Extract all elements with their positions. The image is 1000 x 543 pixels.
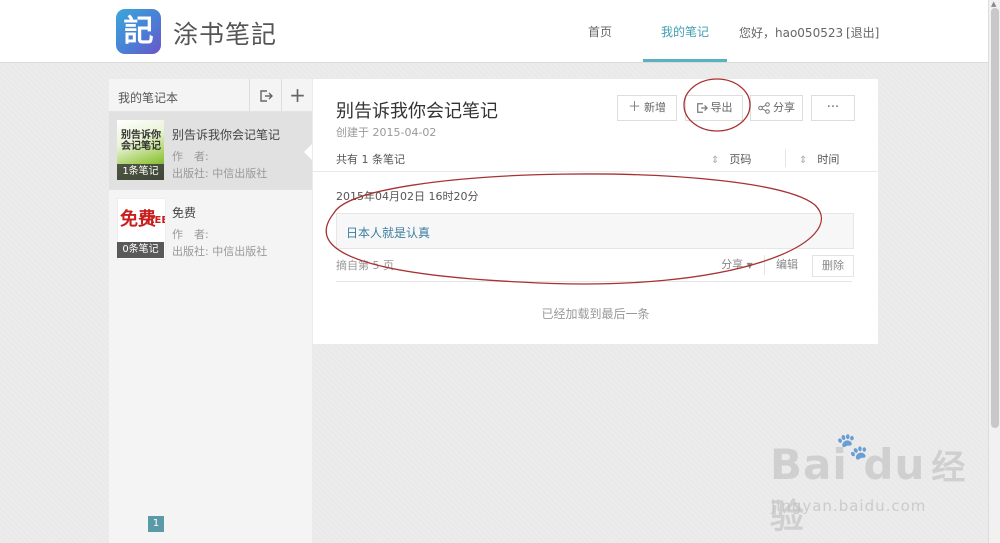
note-count-badge: 1条笔记 [117, 164, 164, 180]
share-icon [758, 102, 770, 114]
scrollbar-thumb[interactable] [991, 8, 999, 428]
new-note-button[interactable]: ＋新增 [617, 95, 677, 121]
pagination-page[interactable]: 1 [148, 516, 164, 532]
note-count-text: 共有 1 条笔记 [336, 153, 405, 166]
export-button[interactable]: 导出 [685, 95, 743, 121]
sort-arrows-icon: ⇕ [711, 155, 720, 166]
app-logo-icon[interactable]: 記 [116, 9, 161, 54]
watermark-url: jingyan.baidu.com [771, 497, 927, 515]
book-cover-subtitle: FREE [140, 215, 166, 226]
book-author: 作 者: [172, 150, 209, 163]
note-share-dropdown[interactable]: 分享 ▼ [713, 255, 761, 275]
app-logo-text[interactable]: 涂书笔記 [173, 15, 277, 51]
note-delete-button[interactable]: 删除 [812, 255, 854, 277]
created-date: 创建于 2015-04-02 [336, 126, 437, 139]
sort-page-label: 页码 [729, 153, 752, 166]
scroll-up-arrow-icon[interactable]: ▲ [991, 0, 996, 8]
export-icon[interactable] [249, 79, 281, 111]
sidebar-book-item[interactable]: 免费 FREE 0条笔记 免费 作 者: 出版社: 中信出版社 [109, 190, 312, 268]
end-of-list-text: 已经加载到最后一条 [541, 307, 650, 321]
book-cover-title: 别告诉你会记笔记 [121, 130, 161, 152]
nav-home[interactable]: 首页 [588, 23, 612, 40]
note-share-label: 分享 [721, 258, 744, 271]
new-note-label: 新增 [644, 101, 666, 114]
note-edit-button[interactable]: 编辑 [764, 255, 809, 275]
book-author: 作 者: [172, 228, 209, 241]
export-icon [696, 103, 708, 113]
logout-link[interactable]: [退出] [846, 24, 879, 41]
export-label: 导出 [710, 101, 733, 114]
top-header: 記 涂书笔記 首页 我的笔记 您好，hao050523 [退出] [0, 0, 988, 63]
notes-summary-bar: 共有 1 条笔记 ⇕ 页码 ⇕ 时间 [313, 147, 878, 172]
more-options-button[interactable]: ··· [811, 95, 855, 121]
note-divider [336, 281, 852, 282]
note-source-page: 摘自第 5 页 [336, 259, 394, 272]
caret-down-icon: ▼ [746, 261, 753, 270]
sidebar-book-item[interactable]: 别告诉你会记笔记 1条笔记 别告诉我你会记笔记 作 者: 出版社: 中信出版社 [109, 112, 312, 190]
sidebar-title: 我的笔记本 [118, 91, 179, 105]
sidebar-header: 我的笔记本 + [109, 79, 312, 112]
note-count-badge: 0条笔记 [117, 242, 164, 258]
nav-my-notes[interactable]: 我的笔记 [661, 23, 709, 40]
note-timestamp: 2015年04月02日 16时20分 [336, 190, 479, 203]
note-content[interactable]: 日本人就是认真 [346, 224, 430, 241]
book-name: 免费 [172, 206, 197, 220]
book-publisher: 出版社: 中信出版社 [172, 167, 268, 180]
notebook-sidebar: 我的笔记本 + 别告诉你会记笔记 1条笔记 别告诉我你会记笔记 作 者: 出版社… [109, 79, 312, 543]
share-button[interactable]: 分享 [750, 95, 803, 121]
active-pointer-arrow [304, 144, 312, 160]
book-publisher: 出版社: 中信出版社 [172, 245, 268, 258]
sort-divider [785, 149, 786, 167]
sort-by-time[interactable]: ⇕ 时间 [799, 151, 839, 167]
user-greeting: 您好，hao050523 [739, 26, 844, 40]
note-card[interactable]: 日本人就是认真 [336, 213, 854, 249]
plus-icon: ＋ [627, 100, 641, 115]
page-title: 别告诉我你会记笔记 [336, 101, 498, 122]
plus-icon[interactable]: + [281, 79, 313, 111]
sort-arrows-icon: ⇕ [799, 155, 808, 166]
nav-active-indicator [643, 59, 727, 62]
share-label: 分享 [773, 101, 795, 114]
sort-time-label: 时间 [817, 153, 840, 166]
paw-icon: 🐾 [836, 432, 869, 462]
notes-panel: 别告诉我你会记笔记 创建于 2015-04-02 ＋新增 导出 分享 ··· 共… [313, 79, 878, 344]
sort-by-page[interactable]: ⇕ 页码 [711, 151, 751, 167]
book-name: 别告诉我你会记笔记 [172, 128, 281, 142]
watermark-logo: Bai du 经验 [770, 440, 967, 537]
